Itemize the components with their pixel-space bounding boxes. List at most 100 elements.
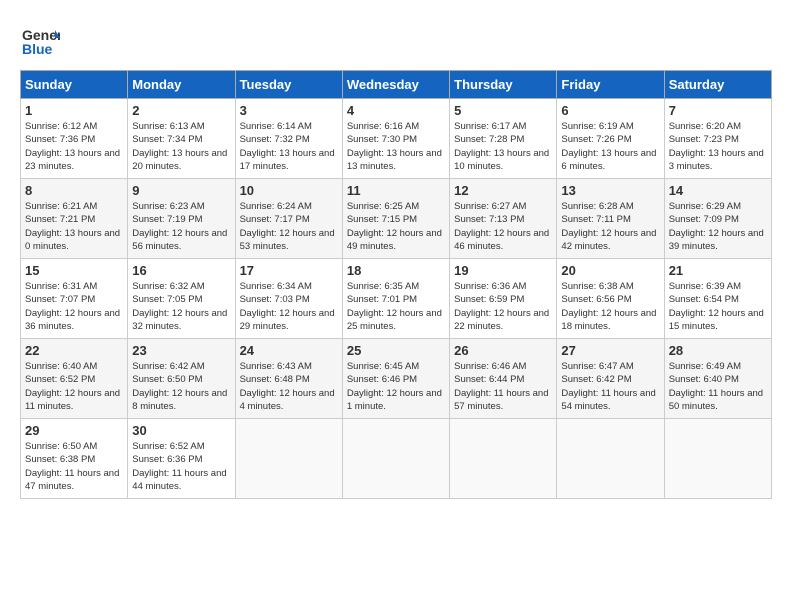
calendar-day-12: 12 Sunrise: 6:27 AMSunset: 7:13 PMDayligh… bbox=[450, 179, 557, 259]
empty-cell bbox=[664, 419, 771, 499]
calendar-day-24: 24 Sunrise: 6:43 AMSunset: 6:48 PMDayligh… bbox=[235, 339, 342, 419]
day-info: Sunrise: 6:38 AMSunset: 6:56 PMDaylight:… bbox=[561, 280, 659, 333]
day-header-monday: Monday bbox=[128, 71, 235, 99]
calendar-day-21: 21 Sunrise: 6:39 AMSunset: 6:54 PMDayligh… bbox=[664, 259, 771, 339]
day-info: Sunrise: 6:35 AMSunset: 7:01 PMDaylight:… bbox=[347, 280, 445, 333]
day-number: 6 bbox=[561, 103, 659, 118]
calendar-day-13: 13 Sunrise: 6:28 AMSunset: 7:11 PMDayligh… bbox=[557, 179, 664, 259]
logo-icon: General Blue bbox=[20, 20, 60, 60]
calendar-day-27: 27 Sunrise: 6:47 AMSunset: 6:42 PMDayligh… bbox=[557, 339, 664, 419]
calendar-week-2: 8 Sunrise: 6:21 AMSunset: 7:21 PMDaylight… bbox=[21, 179, 772, 259]
day-info: Sunrise: 6:52 AMSunset: 6:36 PMDaylight:… bbox=[132, 440, 230, 493]
day-info: Sunrise: 6:17 AMSunset: 7:28 PMDaylight:… bbox=[454, 120, 552, 173]
calendar-day-6: 6Sunrise: 6:19 AMSunset: 7:26 PMDaylight… bbox=[557, 99, 664, 179]
day-info: Sunrise: 6:24 AMSunset: 7:17 PMDaylight:… bbox=[240, 200, 338, 253]
calendar-header-row: SundayMondayTuesdayWednesdayThursdayFrid… bbox=[21, 71, 772, 99]
calendar-body: 1 Sunrise: 6:12 AMSunset: 7:36 PMDaylight… bbox=[21, 99, 772, 499]
day-number: 14 bbox=[669, 183, 767, 198]
calendar-day-26: 26 Sunrise: 6:46 AMSunset: 6:44 PMDayligh… bbox=[450, 339, 557, 419]
day-info: Sunrise: 6:34 AMSunset: 7:03 PMDaylight:… bbox=[240, 280, 338, 333]
empty-cell bbox=[235, 419, 342, 499]
day-info: Sunrise: 6:42 AMSunset: 6:50 PMDaylight:… bbox=[132, 360, 230, 413]
calendar-day-18: 18Sunrise: 6:35 AMSunset: 7:01 PMDayligh… bbox=[342, 259, 449, 339]
day-info: Sunrise: 6:13 AMSunset: 7:34 PMDaylight:… bbox=[132, 120, 230, 173]
calendar-day-1: 1 Sunrise: 6:12 AMSunset: 7:36 PMDaylight… bbox=[21, 99, 128, 179]
day-info: Sunrise: 6:28 AMSunset: 7:11 PMDaylight:… bbox=[561, 200, 659, 253]
calendar-day-11: 11 Sunrise: 6:25 AMSunset: 7:15 PMDayligh… bbox=[342, 179, 449, 259]
calendar-day-15: 15 Sunrise: 6:31 AMSunset: 7:07 PMDayligh… bbox=[21, 259, 128, 339]
day-number: 10 bbox=[240, 183, 338, 198]
calendar-week-3: 15 Sunrise: 6:31 AMSunset: 7:07 PMDayligh… bbox=[21, 259, 772, 339]
day-info: Sunrise: 6:16 AMSunset: 7:30 PMDaylight:… bbox=[347, 120, 445, 173]
calendar-day-14: 14 Sunrise: 6:29 AMSunset: 7:09 PMDayligh… bbox=[664, 179, 771, 259]
day-number: 4 bbox=[347, 103, 445, 118]
day-number: 17 bbox=[240, 263, 338, 278]
calendar-day-3: 3 Sunrise: 6:14 AMSunset: 7:32 PMDaylight… bbox=[235, 99, 342, 179]
day-info: Sunrise: 6:25 AMSunset: 7:15 PMDaylight:… bbox=[347, 200, 445, 253]
day-info: Sunrise: 6:43 AMSunset: 6:48 PMDaylight:… bbox=[240, 360, 338, 413]
day-header-wednesday: Wednesday bbox=[342, 71, 449, 99]
day-number: 9 bbox=[132, 183, 230, 198]
day-number: 26 bbox=[454, 343, 552, 358]
day-number: 20 bbox=[561, 263, 659, 278]
day-number: 15 bbox=[25, 263, 123, 278]
day-number: 16 bbox=[132, 263, 230, 278]
day-info: Sunrise: 6:20 AMSunset: 7:23 PMDaylight:… bbox=[669, 120, 767, 173]
day-info: Sunrise: 6:32 AMSunset: 7:05 PMDaylight:… bbox=[132, 280, 230, 333]
calendar-day-16: 16 Sunrise: 6:32 AMSunset: 7:05 PMDayligh… bbox=[128, 259, 235, 339]
day-info: Sunrise: 6:47 AMSunset: 6:42 PMDaylight:… bbox=[561, 360, 659, 413]
day-number: 8 bbox=[25, 183, 123, 198]
day-header-friday: Friday bbox=[557, 71, 664, 99]
day-info: Sunrise: 6:21 AMSunset: 7:21 PMDaylight:… bbox=[25, 200, 123, 253]
calendar-day-19: 19 Sunrise: 6:36 AMSunset: 6:59 PMDayligh… bbox=[450, 259, 557, 339]
day-number: 21 bbox=[669, 263, 767, 278]
calendar-day-9: 9 Sunrise: 6:23 AMSunset: 7:19 PMDaylight… bbox=[128, 179, 235, 259]
calendar-day-20: 20 Sunrise: 6:38 AMSunset: 6:56 PMDayligh… bbox=[557, 259, 664, 339]
calendar-day-30: 30 Sunrise: 6:52 AMSunset: 6:36 PMDayligh… bbox=[128, 419, 235, 499]
day-info: Sunrise: 6:46 AMSunset: 6:44 PMDaylight:… bbox=[454, 360, 552, 413]
calendar-day-23: 23 Sunrise: 6:42 AMSunset: 6:50 PMDayligh… bbox=[128, 339, 235, 419]
day-number: 19 bbox=[454, 263, 552, 278]
calendar-day-22: 22 Sunrise: 6:40 AMSunset: 6:52 PMDayligh… bbox=[21, 339, 128, 419]
day-info: Sunrise: 6:39 AMSunset: 6:54 PMDaylight:… bbox=[669, 280, 767, 333]
day-number: 27 bbox=[561, 343, 659, 358]
empty-cell bbox=[342, 419, 449, 499]
calendar-day-29: 29Sunrise: 6:50 AMSunset: 6:38 PMDayligh… bbox=[21, 419, 128, 499]
day-info: Sunrise: 6:49 AMSunset: 6:40 PMDaylight:… bbox=[669, 360, 767, 413]
day-number: 23 bbox=[132, 343, 230, 358]
day-info: Sunrise: 6:50 AMSunset: 6:38 PMDaylight:… bbox=[25, 440, 123, 493]
calendar-week-5: 29Sunrise: 6:50 AMSunset: 6:38 PMDayligh… bbox=[21, 419, 772, 499]
day-info: Sunrise: 6:29 AMSunset: 7:09 PMDaylight:… bbox=[669, 200, 767, 253]
day-info: Sunrise: 6:27 AMSunset: 7:13 PMDaylight:… bbox=[454, 200, 552, 253]
day-info: Sunrise: 6:12 AMSunset: 7:36 PMDaylight:… bbox=[25, 120, 123, 173]
day-info: Sunrise: 6:36 AMSunset: 6:59 PMDaylight:… bbox=[454, 280, 552, 333]
page-header: General Blue bbox=[20, 20, 772, 60]
calendar-week-4: 22 Sunrise: 6:40 AMSunset: 6:52 PMDayligh… bbox=[21, 339, 772, 419]
day-number: 28 bbox=[669, 343, 767, 358]
calendar-day-10: 10 Sunrise: 6:24 AMSunset: 7:17 PMDayligh… bbox=[235, 179, 342, 259]
day-number: 2 bbox=[132, 103, 230, 118]
day-header-saturday: Saturday bbox=[664, 71, 771, 99]
day-number: 7 bbox=[669, 103, 767, 118]
day-number: 3 bbox=[240, 103, 338, 118]
svg-text:Blue: Blue bbox=[22, 41, 53, 57]
day-number: 13 bbox=[561, 183, 659, 198]
day-info: Sunrise: 6:23 AMSunset: 7:19 PMDaylight:… bbox=[132, 200, 230, 253]
empty-cell bbox=[557, 419, 664, 499]
day-number: 11 bbox=[347, 183, 445, 198]
calendar-day-4: 4 Sunrise: 6:16 AMSunset: 7:30 PMDaylight… bbox=[342, 99, 449, 179]
calendar-table: SundayMondayTuesdayWednesdayThursdayFrid… bbox=[20, 70, 772, 499]
day-number: 25 bbox=[347, 343, 445, 358]
day-number: 12 bbox=[454, 183, 552, 198]
calendar-day-28: 28 Sunrise: 6:49 AMSunset: 6:40 PMDayligh… bbox=[664, 339, 771, 419]
day-number: 24 bbox=[240, 343, 338, 358]
logo: General Blue bbox=[20, 20, 65, 60]
day-number: 22 bbox=[25, 343, 123, 358]
day-number: 30 bbox=[132, 423, 230, 438]
day-info: Sunrise: 6:40 AMSunset: 6:52 PMDaylight:… bbox=[25, 360, 123, 413]
day-header-sunday: Sunday bbox=[21, 71, 128, 99]
day-info: Sunrise: 6:14 AMSunset: 7:32 PMDaylight:… bbox=[240, 120, 338, 173]
day-info: Sunrise: 6:31 AMSunset: 7:07 PMDaylight:… bbox=[25, 280, 123, 333]
day-number: 1 bbox=[25, 103, 123, 118]
day-header-tuesday: Tuesday bbox=[235, 71, 342, 99]
